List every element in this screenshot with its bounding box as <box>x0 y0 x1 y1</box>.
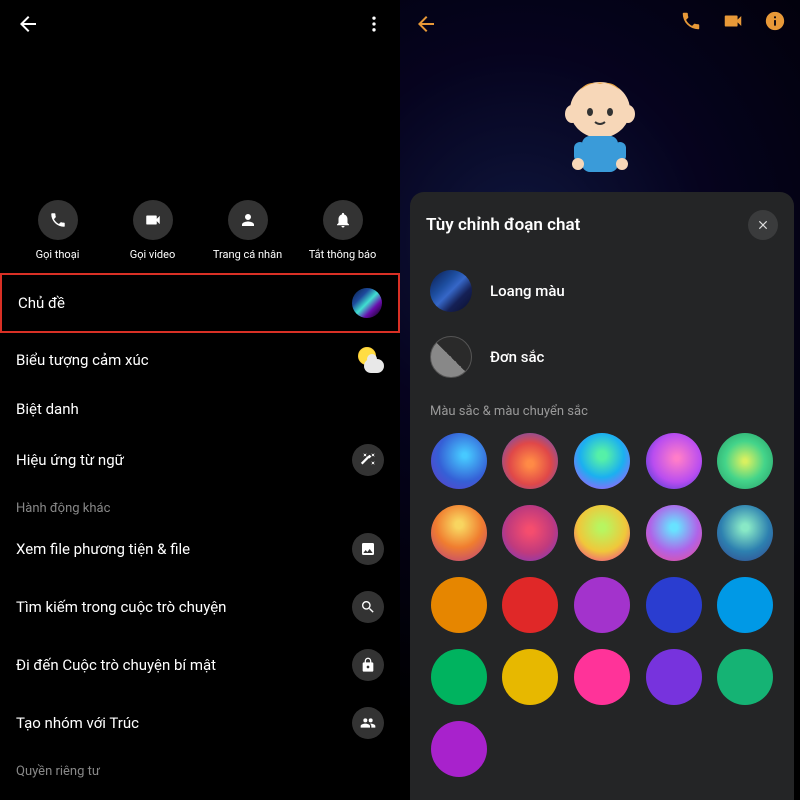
avatar-area <box>0 52 400 192</box>
phone-icon <box>49 211 67 229</box>
solid-option[interactable]: Đơn sắc <box>426 324 778 390</box>
color-swatch-12[interactable] <box>574 577 630 633</box>
gradient-swatch-icon <box>430 270 472 312</box>
lock-icon <box>352 649 384 681</box>
color-section-label: Màu sắc & màu chuyển sắc <box>430 404 778 419</box>
quick-actions: Gọi thoại Gọi video Trang cá nhân Tắt th… <box>0 192 400 273</box>
chat-toolbar <box>680 10 786 36</box>
person-icon <box>239 211 257 229</box>
privacy-header: Quyền riêng tư <box>0 752 400 783</box>
color-swatch-18[interactable] <box>646 649 702 705</box>
emoji-setting[interactable]: Biểu tượng cảm xúc <box>0 333 400 387</box>
search-icon <box>352 591 384 623</box>
color-swatch-14[interactable] <box>717 577 773 633</box>
search-conversation-setting[interactable]: Tìm kiếm trong cuộc trò chuyện <box>0 578 400 636</box>
video-icon <box>144 211 162 229</box>
modal-header: Tùy chỉnh đoạn chat <box>426 210 778 240</box>
video-call-button[interactable]: Gọi video <box>105 200 200 261</box>
emoji-preview-icon <box>356 346 384 374</box>
profile-label: Trang cá nhân <box>213 248 282 261</box>
color-swatch-10[interactable] <box>431 577 487 633</box>
solid-swatch-icon <box>430 336 472 378</box>
theme-preview-icon <box>352 288 382 318</box>
call-label: Gọi thoại <box>36 248 80 261</box>
image-icon <box>352 533 384 565</box>
bell-icon <box>334 211 352 229</box>
color-swatch-20[interactable] <box>431 721 487 777</box>
color-swatch-4[interactable] <box>717 433 773 489</box>
video-label: Gọi video <box>130 248 175 261</box>
header <box>0 0 400 52</box>
theme-chooser-pane: Tùy chỉnh đoạn chat Loang màu Đơn sắc Mà… <box>400 0 800 800</box>
color-swatch-5[interactable] <box>431 505 487 561</box>
color-swatch-2[interactable] <box>574 433 630 489</box>
gradient-option[interactable]: Loang màu <box>426 258 778 324</box>
settings-list: Chủ đề Biểu tượng cảm xúc Biệt danh Hiệu… <box>0 273 400 783</box>
wand-icon <box>352 444 384 476</box>
mute-button[interactable]: Tắt thông báo <box>295 200 390 261</box>
customize-chat-modal: Tùy chỉnh đoạn chat Loang màu Đơn sắc Mà… <box>410 192 794 800</box>
call-button[interactable]: Gọi thoại <box>10 200 105 261</box>
info-icon[interactable] <box>764 10 786 36</box>
mute-label: Tắt thông báo <box>309 248 377 261</box>
media-files-setting[interactable]: Xem file phương tiện & file <box>0 520 400 578</box>
phone-icon[interactable] <box>680 10 702 36</box>
color-swatch-15[interactable] <box>431 649 487 705</box>
color-swatch-19[interactable] <box>717 649 773 705</box>
profile-button[interactable]: Trang cá nhân <box>200 200 295 261</box>
theme-setting[interactable]: Chủ đề <box>0 273 400 333</box>
back-button[interactable] <box>16 12 40 40</box>
more-menu-button[interactable] <box>364 14 384 38</box>
color-swatch-8[interactable] <box>646 505 702 561</box>
color-swatch-0[interactable] <box>431 433 487 489</box>
modal-title: Tùy chỉnh đoạn chat <box>426 215 580 235</box>
color-swatch-17[interactable] <box>574 649 630 705</box>
word-effects-setting[interactable]: Hiệu ứng từ ngữ <box>0 431 400 489</box>
back-button[interactable] <box>414 12 438 40</box>
video-icon[interactable] <box>722 10 744 36</box>
secret-conversation-setting[interactable]: Đi đến Cuộc trò chuyện bí mật <box>0 636 400 694</box>
color-swatch-1[interactable] <box>502 433 558 489</box>
color-swatch-11[interactable] <box>502 577 558 633</box>
other-actions-header: Hành động khác <box>0 489 400 520</box>
create-group-setting[interactable]: Tạo nhóm với Trúc <box>0 694 400 752</box>
color-swatch-13[interactable] <box>646 577 702 633</box>
color-grid <box>426 431 778 779</box>
color-swatch-9[interactable] <box>717 505 773 561</box>
color-swatch-7[interactable] <box>574 505 630 561</box>
group-icon <box>352 707 384 739</box>
close-button[interactable] <box>748 210 778 240</box>
nickname-setting[interactable]: Biệt danh <box>0 387 400 431</box>
color-swatch-16[interactable] <box>502 649 558 705</box>
settings-pane: Gọi thoại Gọi video Trang cá nhân Tắt th… <box>0 0 400 800</box>
color-swatch-6[interactable] <box>502 505 558 561</box>
contact-avatar <box>550 70 650 184</box>
color-swatch-3[interactable] <box>646 433 702 489</box>
